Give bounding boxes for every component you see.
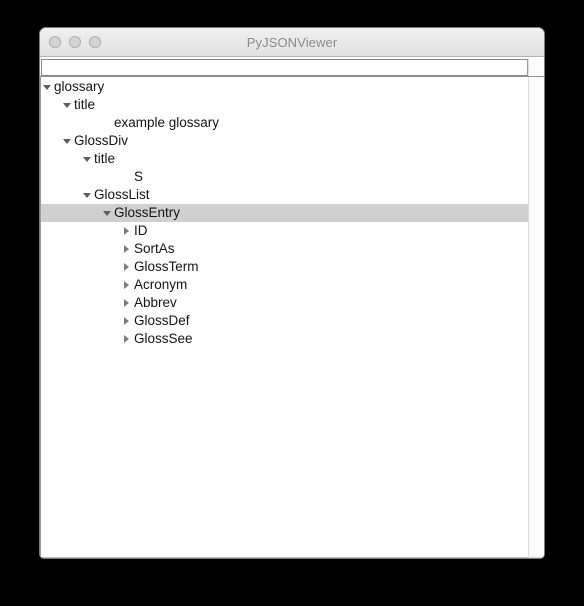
- disclosure-triangle-right-icon[interactable]: [122, 222, 133, 240]
- disclosure-triangle-down-icon[interactable]: [102, 204, 113, 222]
- tree-row-label: title: [74, 97, 96, 112]
- window-title: PyJSONViewer: [246, 34, 338, 50]
- tree-row[interactable]: GlossSee: [41, 330, 528, 348]
- tree-row-label: glossary: [54, 79, 105, 94]
- tree-row[interactable]: GlossList: [41, 186, 528, 204]
- disclosure-triangle-down-icon[interactable]: [82, 186, 93, 204]
- tree-row-label: GlossList: [94, 187, 150, 202]
- tree-row[interactable]: GlossDef: [41, 312, 528, 330]
- disclosure-triangle-right-icon[interactable]: [122, 312, 133, 330]
- tree-region: glossary title example glossary GlossDiv tit…: [40, 76, 544, 558]
- tree-row[interactable]: Acronym: [41, 276, 528, 294]
- disclosure-triangle-down-icon[interactable]: [62, 96, 73, 114]
- tree-row[interactable]: GlossTerm: [41, 258, 528, 276]
- tree-row-label: GlossEntry: [114, 205, 181, 220]
- tree-row-label: title: [94, 151, 116, 166]
- search-input[interactable]: [41, 59, 528, 76]
- disclosure-triangle-down-icon[interactable]: [82, 150, 93, 168]
- close-button[interactable]: [49, 36, 61, 48]
- tree-row[interactable]: GlossDiv: [41, 132, 528, 150]
- tree-row[interactable]: SortAs: [41, 240, 528, 258]
- tree-row-label: GlossSee: [134, 331, 193, 346]
- tree-row-label: S: [134, 169, 144, 184]
- tree-row-label: ID: [134, 223, 148, 238]
- tree-row[interactable]: example glossary: [41, 114, 528, 132]
- disclosure-triangle-right-icon[interactable]: [122, 276, 133, 294]
- tree-row[interactable]: title: [41, 150, 528, 168]
- tree-row-label: example glossary: [114, 115, 220, 130]
- tree-row[interactable]: S: [41, 168, 528, 186]
- tree-row[interactable]: GlossEntry: [41, 204, 528, 222]
- json-tree[interactable]: glossary title example glossary GlossDiv tit…: [40, 77, 528, 558]
- scrollbar-corner: [528, 58, 544, 76]
- vertical-scrollbar[interactable]: [528, 77, 544, 558]
- tree-row[interactable]: ID: [41, 222, 528, 240]
- disclosure-triangle-down-icon[interactable]: [42, 78, 53, 96]
- tree-row[interactable]: Abbrev: [41, 294, 528, 312]
- title-bar[interactable]: PyJSONViewer: [40, 28, 544, 57]
- search-bar: [40, 57, 544, 76]
- disclosure-triangle-down-icon[interactable]: [62, 132, 73, 150]
- tree-row-label: GlossDef: [134, 313, 190, 328]
- tree-row-label: SortAs: [134, 241, 175, 256]
- zoom-button[interactable]: [89, 36, 101, 48]
- disclosure-triangle-right-icon[interactable]: [122, 330, 133, 348]
- disclosure-triangle-right-icon[interactable]: [122, 258, 133, 276]
- minimize-button[interactable]: [69, 36, 81, 48]
- application-window: PyJSONViewer glossary title example glossa…: [40, 28, 544, 558]
- tree-row-label: GlossTerm: [134, 259, 199, 274]
- tree-row-label: Abbrev: [134, 295, 177, 310]
- tree-row[interactable]: title: [41, 96, 528, 114]
- tree-row-label: Acronym: [134, 277, 188, 292]
- disclosure-triangle-right-icon[interactable]: [122, 240, 133, 258]
- tree-row[interactable]: glossary: [41, 78, 528, 96]
- disclosure-triangle-right-icon[interactable]: [122, 294, 133, 312]
- window-content: glossary title example glossary GlossDiv tit…: [40, 57, 544, 558]
- tree-row-label: GlossDiv: [74, 133, 129, 148]
- window-controls: [40, 36, 101, 48]
